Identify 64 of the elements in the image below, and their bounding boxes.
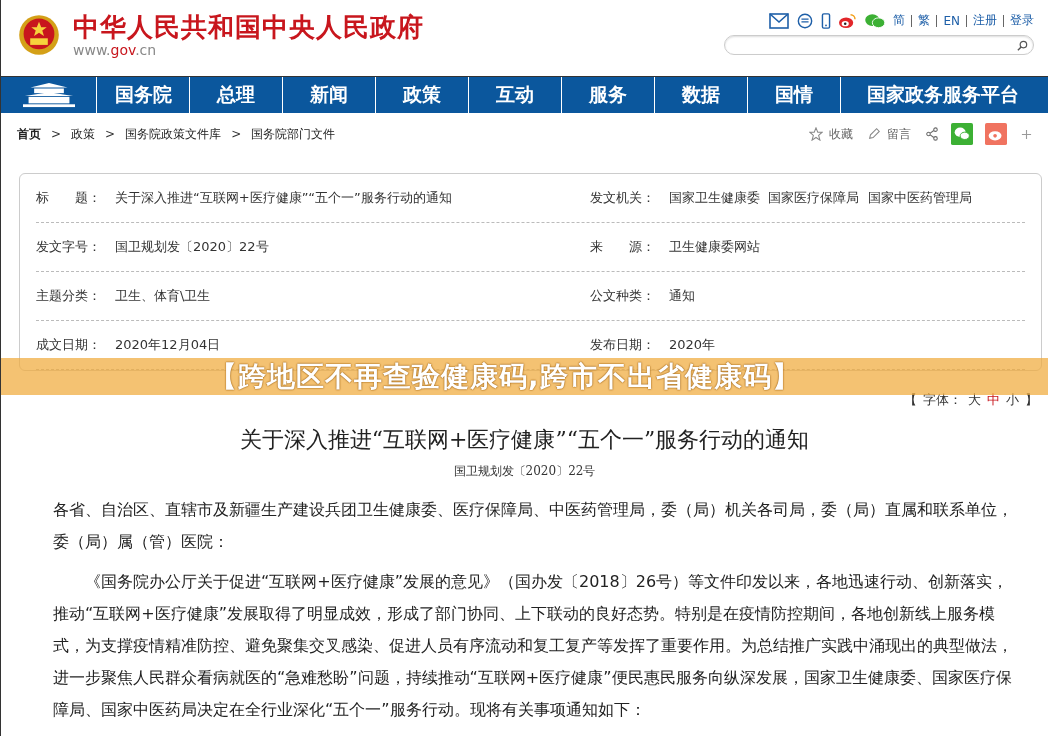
info-value: 国卫规划发〔2020〕22号: [115, 238, 269, 256]
font-size-bracket: 【: [904, 391, 917, 409]
favorite-link[interactable]: 收藏: [829, 125, 853, 143]
site-domain: www.gov.cn: [73, 42, 158, 58]
info-label: 公文种类：: [590, 287, 656, 305]
top-link[interactable]: 繁: [918, 12, 931, 29]
top-link[interactable]: EN: [943, 13, 960, 28]
font-size-label: 字体：: [923, 391, 962, 409]
breadcrumb-link[interactable]: 政策: [71, 125, 96, 143]
breadcrumb-separator: >: [51, 127, 62, 141]
nav-item[interactable]: 政策: [376, 77, 469, 113]
nav-item[interactable]: 互动: [469, 77, 562, 113]
wechat-icon[interactable]: [863, 12, 888, 29]
document-number: 国卫规划发〔2020〕22号: [452, 463, 597, 480]
plus-icon[interactable]: [1021, 128, 1032, 140]
article-paragraph: 各省、自治区、直辖市及新疆生产建设兵团卫生健康委、医疗保障局、中医药管理局，委（局）机关各司局，委（局）直属和联系单位，委（局）属（管）医院：: [53, 499, 1014, 553]
info-value: 卫生健康委网站: [669, 238, 760, 256]
info-label: 主题分类：: [36, 287, 102, 305]
nav-item[interactable]: 新闻: [283, 77, 376, 113]
article-paragraph: 《国务院办公厅关于促进“互联网+医疗健康”发展的意见》（国办发〔2018〕26号）等文件印发以来，各地迅速行动、创新落实，推动“互联网+医疗健康”发展取得了明显成效，形成了部门协同、上下联动的良好态势。特别是在疫情防控期间，各地创新线上服务模式，为支撑疫情精准防控、避免聚集交叉感染、促进人员有序流动和复工复产等发挥了重要作用。为总结推广实践中涌现出的典型做法，进一步聚焦人民群众看病就医的“急难愁盼”问题，持续推动“互联网+医疗健康”便民惠民服务向纵深发展，国家卫生健康委、国家医疗保障局、国家中医药局决定在全行业深化“五个一”服务行动。现将有关事项通知如下：: [53, 571, 1014, 721]
search-icon[interactable]: [1016, 38, 1029, 52]
info-value: 2020年12月04日: [115, 336, 221, 354]
breadcrumb-link[interactable]: 国务院部门文件: [251, 125, 336, 143]
nav-item[interactable]: 国务院: [97, 77, 190, 113]
info-label: 发布日期：: [590, 336, 656, 354]
emblem-icon: [17, 13, 61, 57]
weibo-icon[interactable]: [837, 12, 858, 29]
font-size-option[interactable]: 中: [987, 391, 1000, 409]
weibo-share-icon[interactable]: [985, 123, 1007, 145]
wechat-share-icon[interactable]: [951, 123, 973, 145]
nav-item[interactable]: 服务: [562, 77, 655, 113]
article-title: 关于深入推进“互联网+医疗健康”“五个一”服务行动的通知: [238, 426, 811, 454]
font-size-bracket: 】: [1025, 391, 1038, 409]
font-size-option[interactable]: 小: [1006, 391, 1019, 409]
info-value: 关于深入推进“互联网+医疗健康”“五个一”服务行动的通知: [115, 189, 452, 207]
info-value: 国家卫生健康委 国家医疗保障局 国家中医药管理局: [669, 189, 972, 207]
pencil-icon[interactable]: [867, 127, 881, 141]
breadcrumb-separator: >: [105, 127, 116, 141]
breadcrumb-link[interactable]: 首页: [17, 125, 41, 143]
info-label: 成文日期：: [36, 336, 102, 354]
comment-link[interactable]: 留言: [887, 125, 911, 143]
share-icon[interactable]: [925, 127, 939, 141]
top-link[interactable]: 注册: [973, 12, 997, 29]
nav-item[interactable]: 总理: [190, 77, 283, 113]
star-icon[interactable]: [809, 127, 823, 141]
info-label: 发文字号：: [36, 238, 102, 256]
info-label: 来 源：: [590, 238, 656, 256]
top-link[interactable]: 登录: [1010, 12, 1034, 29]
font-size-option[interactable]: 大: [968, 391, 981, 409]
info-value: 2020年: [669, 336, 716, 354]
nav-item[interactable]: 国情: [748, 77, 841, 113]
nav-item[interactable]: 数据: [655, 77, 748, 113]
info-label: 标 题：: [36, 189, 102, 207]
mail-icon[interactable]: [769, 12, 790, 29]
site-title: 中华人民共和国中央人民政府: [73, 12, 424, 42]
info-value: 通知: [669, 287, 695, 305]
breadcrumb-separator: >: [231, 127, 242, 141]
nav-item[interactable]: 国家政务服务平台: [841, 77, 1048, 113]
info-value: 卫生、体育\卫生: [115, 287, 211, 305]
phone-icon[interactable]: [821, 12, 832, 29]
breadcrumb-link[interactable]: 国务院政策文件库: [125, 125, 222, 143]
headline-text: 【跨地区不再查验健康码,跨市不出省健康码】: [209, 361, 801, 392]
top-link[interactable]: 简: [893, 12, 906, 29]
info-label: 发文机关：: [590, 189, 656, 207]
